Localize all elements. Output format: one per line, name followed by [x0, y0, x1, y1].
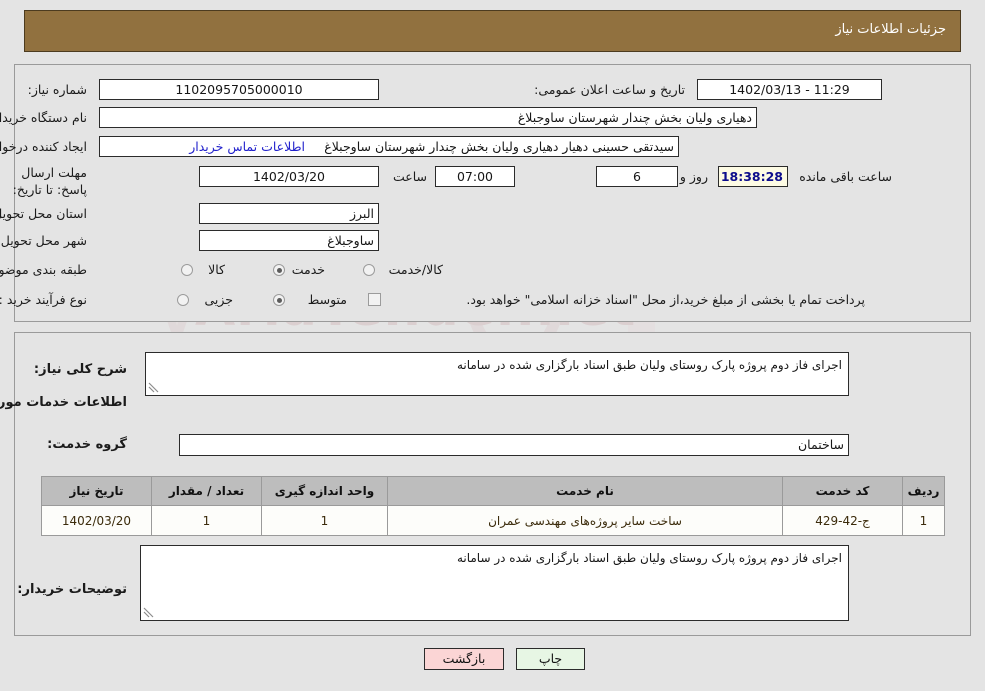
public-announce-field[interactable]: 11:29 - 1402/03/13 [697, 79, 882, 100]
category-radio-kala-khedmat[interactable] [363, 264, 375, 276]
category-option-khedmat-label: خدمت [291, 262, 325, 277]
category-radio-khedmat[interactable] [273, 264, 285, 276]
cell-unit: 1 [261, 505, 388, 536]
need-number-field[interactable]: 1102095705000010 [99, 79, 379, 100]
th-code: کد خدمت [782, 476, 903, 506]
cell-quantity: 1 [151, 505, 262, 536]
resize-grip-icon-2[interactable] [143, 607, 155, 619]
table-row[interactable]: 1 ج-42-429 ساخت سایر پروژه‌های مهندسی عم… [41, 505, 945, 536]
resize-grip-icon[interactable] [148, 382, 160, 394]
back-button[interactable]: بازگشت [424, 648, 504, 670]
general-desc-textarea[interactable]: اجرای فاز دوم پروژه پارک روستای ولیان طب… [145, 352, 849, 396]
services-section-title: اطلاعات خدمات مورد نیاز [0, 395, 127, 410]
process-option-motevaset-label: متوسط [307, 292, 347, 307]
page-root: AriaTender.net جزئیات اطلاعات نیاز شماره… [0, 0, 985, 691]
th-unit: واحد اندازه گیری [261, 476, 388, 506]
th-quantity: تعداد / مقدار [151, 476, 262, 506]
buyer-notes-textarea[interactable]: اجرای فاز دوم پروژه پارک روستای ولیان طب… [140, 545, 849, 621]
remaining-days-field[interactable]: 6 [596, 166, 678, 187]
category-option-kala-khedmat-label: کالا/خدمت [388, 262, 443, 277]
print-button[interactable]: چاپ [516, 648, 585, 670]
province-field[interactable]: البرز [199, 203, 379, 224]
category-label: طبقه بندی موضوعی: [0, 262, 87, 277]
process-radio-motevaset[interactable] [273, 294, 285, 306]
table-header-row: ردیف کد خدمت نام خدمت واحد اندازه گیری ت… [41, 476, 945, 506]
requester-label: ایجاد کننده درخواست: [0, 139, 87, 154]
th-name: نام خدمت [387, 476, 783, 506]
city-field[interactable]: ساوجبلاغ [199, 230, 379, 251]
buyer-notes-text: اجرای فاز دوم پروژه پارک روستای ولیان طب… [456, 551, 842, 565]
process-option-jozi-label: جزیی [204, 292, 233, 307]
category-radio-kala[interactable] [181, 264, 193, 276]
header-bar: جزئیات اطلاعات نیاز [24, 10, 961, 52]
buyer-contact-link[interactable]: اطلاعات تماس خریدار [189, 139, 305, 154]
cell-radif: 1 [902, 505, 945, 536]
cell-name: ساخت سایر پروژه‌های مهندسی عمران [387, 505, 783, 536]
cell-code: ج-42-429 [782, 505, 903, 536]
treasury-bond-checkbox[interactable] [368, 293, 381, 306]
process-radio-jozi[interactable] [177, 294, 189, 306]
deadline-date-field[interactable]: 1402/03/20 [199, 166, 379, 187]
process-type-label: نوع فرآیند خرید : [0, 292, 87, 307]
general-desc-text: اجرای فاز دوم پروژه پارک روستای ولیان طب… [456, 358, 842, 372]
treasury-bond-note: پرداخت تمام یا بخشی از مبلغ خرید،از محل … [466, 292, 865, 307]
remaining-days-label: روز و [679, 169, 708, 184]
general-desc-label: شرح کلی نیاز: [33, 362, 127, 377]
city-label: شهر محل تحویل: [0, 233, 87, 248]
cell-date: 1402/03/20 [41, 505, 152, 536]
public-announce-label: تاریخ و ساعت اعلان عمومی: [534, 82, 685, 97]
need-info-panel [14, 64, 971, 322]
requester-field[interactable]: سیدتقی حسینی دهیار دهیاری ولیان بخش چندا… [99, 136, 679, 157]
deadline-hour-label: ساعت [392, 169, 427, 184]
buyer-org-label: نام دستگاه خریدار: [0, 110, 87, 125]
countdown-timer-field: 18:38:28 [718, 166, 788, 187]
category-option-kala-label: کالا [208, 262, 225, 277]
deadline-hour-field[interactable]: 07:00 [435, 166, 515, 187]
th-radif: ردیف [902, 476, 945, 506]
province-label: استان محل تحویل: [0, 206, 87, 221]
th-date: تاریخ نیاز [41, 476, 152, 506]
service-group-label: گروه خدمت: [47, 437, 127, 452]
service-group-field[interactable]: ساختمان [179, 434, 849, 456]
buyer-org-field[interactable]: دهیاری ولیان بخش چندار شهرستان ساوجبلاغ [99, 107, 757, 128]
deadline-label: مهلت ارسال پاسخ: تا تاریخ: [12, 165, 87, 197]
page-title: جزئیات اطلاعات نیاز [835, 22, 946, 37]
buyer-notes-label: توضیحات خریدار: [17, 582, 127, 597]
countdown-timer-label: ساعت باقی مانده [799, 169, 892, 184]
services-table: ردیف کد خدمت نام خدمت واحد اندازه گیری ت… [41, 476, 945, 536]
need-number-label: شماره نیاز: [27, 82, 87, 97]
